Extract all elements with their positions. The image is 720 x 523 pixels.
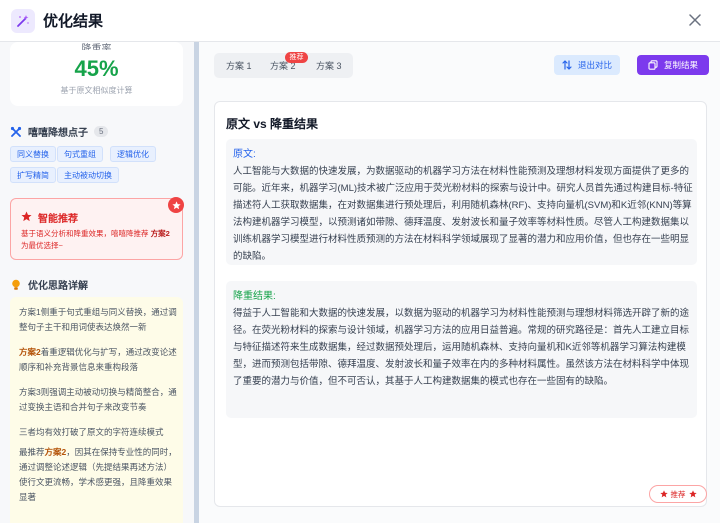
floating-recommend-label: 推荐 (670, 489, 686, 499)
reasoning-plan3: 方案3则强调主动被动切换与精简整合，通过变换主语和合并句子来改变节奏 (19, 387, 177, 412)
original-block: 原文: 人工智能与大数据的快速发展，为数据驱动的机器学习方法在材料性能预测及理想… (226, 139, 697, 265)
reasoning-conclusion-plan: 方案2 (44, 447, 67, 457)
tag-expand-condense[interactable]: 扩写精简 (10, 167, 56, 183)
magic-wand-icon (11, 8, 35, 33)
recommend-title: 智能推荐 (38, 214, 78, 225)
result-text: 得益于人工智能和大数据的快速发展，以数据为驱动的机器学习为材料性能预测与理想材料… (233, 308, 690, 387)
reduction-rate-label: 降重率 (81, 44, 112, 50)
reasoning-plan2-text: 着重逻辑优化与扩写，通过改变论述顺序和补充背景信息来重构段落 (19, 347, 177, 372)
reasoning-section-title: 优化思路详解 (10, 277, 88, 292)
swap-icon (562, 60, 572, 70)
star-badge-icon (168, 197, 184, 213)
dialog-title: 优化结果 (43, 13, 104, 30)
star-icon (659, 490, 668, 498)
main-area: 方案 1 方案 2 推荐 方案 3 退出对比 复制结果 原文 vs 降重结果 原… (199, 42, 720, 523)
reduction-rate-card: 降重率 45% 基于原文相似度计算 (10, 42, 183, 106)
reduction-rate-value: 45% (74, 56, 119, 81)
recommend-desc-text: 基于语义分析和降重效果，嘻嘻降推荐 (21, 229, 151, 238)
floating-recommend-button[interactable]: 推荐 (649, 485, 707, 503)
tab-plan-3[interactable]: 方案 3 (316, 59, 342, 72)
points-section-title: 嘻嘻降想点子 5 (10, 124, 109, 139)
tag-synonym[interactable]: 同义替换 (10, 146, 56, 162)
copy-result-button[interactable]: 复制结果 (637, 55, 709, 75)
copy-icon (648, 60, 658, 70)
points-count-badge: 5 (94, 126, 109, 137)
reasoning-plan2-name: 方案2 (19, 347, 41, 357)
plan-tabs: 方案 1 方案 2 推荐 方案 3 (214, 52, 353, 78)
recommend-plan: 方案2 (150, 229, 170, 238)
recommend-title-row: 智能推荐 (21, 210, 78, 225)
close-icon[interactable] (686, 11, 704, 29)
reasoning-plan2: 方案2着重逻辑优化与扩写，通过改变论述顺序和补充背景信息来重构段落 (19, 345, 177, 375)
reasoning-conclusion: 最推荐方案2，因其在保持专业性的同时，通过调整论述逻辑（先提结果再述方法）使行文… (19, 445, 177, 505)
recommend-desc: 基于语义分析和降重效果，嘻嘻降推荐 方案2 为最优选择~ (21, 228, 179, 252)
tag-restructure[interactable]: 句式重组 (57, 146, 103, 162)
smart-recommend-card: 智能推荐 基于语义分析和降重效果，嘻嘻降推荐 方案2 为最优选择~ (10, 197, 184, 260)
tag-logic[interactable]: 逻辑优化 (110, 146, 156, 162)
reasoning-card: 方案1侧重于句式重组与同义替换，通过调整句子主干和用词使表达焕然一新 方案2着重… (10, 297, 183, 523)
lightbulb-icon (10, 279, 22, 291)
star-icon (688, 490, 697, 498)
reasoning-plan1: 方案1侧重于句式重组与同义替换，通过调整句子主干和用词使表达焕然一新 (19, 307, 177, 332)
star-icon (21, 210, 32, 225)
recommend-badge: 推荐 (285, 52, 308, 63)
tag-voice-switch[interactable]: 主动被动切换 (57, 167, 119, 183)
reduction-rate-note: 基于原文相似度计算 (60, 86, 133, 95)
sidebar: 降重率 45% 基于原文相似度计算 嘻嘻降想点子 5 同义替换 句式重组 逻辑优… (0, 42, 194, 523)
reasoning-conclusion-lead: 最推荐 (19, 447, 45, 457)
copy-result-label: 复制结果 (663, 60, 698, 70)
original-text: 人工智能与大数据的快速发展，为数据驱动的机器学习方法在材料性能预测及理想材料发现… (233, 166, 693, 262)
points-title: 嘻嘻降想点子 (28, 128, 88, 139)
result-label: 降重结果: (233, 291, 276, 302)
compare-title: 原文 vs 降重结果 (226, 117, 319, 131)
exit-compare-button[interactable]: 退出对比 (554, 55, 620, 75)
dialog-header: 优化结果 (0, 0, 720, 42)
reasoning-summary: 三者均有效打破了原文的字符连续模式 (19, 427, 164, 437)
recommend-desc-tail: 为最优选择~ (21, 241, 63, 250)
tab-plan-1[interactable]: 方案 1 (226, 59, 252, 72)
result-block: 降重结果: 得益于人工智能和大数据的快速发展，以数据为驱动的机器学习为材料性能预… (226, 281, 697, 418)
original-label: 原文: (233, 149, 256, 160)
compare-panel: 原文 vs 降重结果 原文: 人工智能与大数据的快速发展，为数据驱动的机器学习方… (214, 101, 707, 507)
exit-compare-label: 退出对比 (577, 60, 612, 70)
reasoning-title: 优化思路详解 (28, 281, 88, 292)
tools-icon (10, 126, 22, 138)
